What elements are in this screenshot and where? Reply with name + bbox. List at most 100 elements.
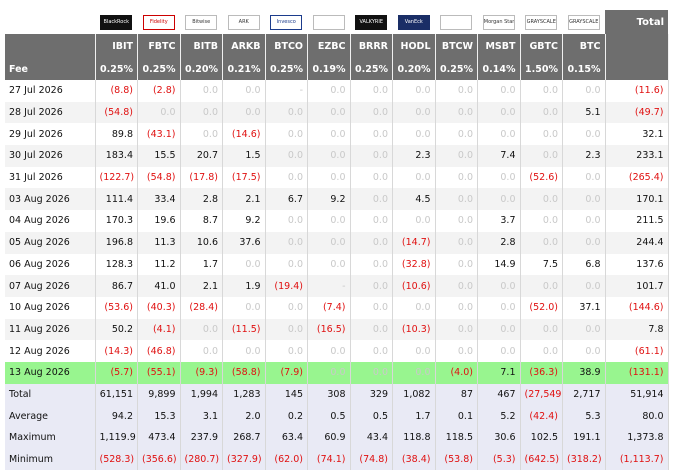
flow-cell: 0.0 bbox=[520, 188, 563, 211]
summary-cell: 118.5 bbox=[435, 427, 478, 449]
ticker-header-fbtc[interactable]: FBTC bbox=[137, 34, 181, 58]
flow-cell: 1.9 bbox=[222, 275, 266, 297]
row-date: 04 Aug 2026 bbox=[5, 210, 96, 232]
issuer-logo: BlackRock bbox=[100, 14, 133, 30]
issuer-logo-cell bbox=[435, 10, 478, 34]
flow-cell: 2.1 bbox=[222, 188, 266, 211]
ticker-header-btc[interactable]: BTC bbox=[562, 34, 606, 58]
flow-cell: 0.0 bbox=[222, 253, 266, 276]
flow-cell: (40.3) bbox=[137, 296, 181, 319]
flow-cell: 0.0 bbox=[435, 340, 478, 362]
flow-cell: 0.0 bbox=[180, 123, 223, 146]
summary-cell: (53.8) bbox=[435, 448, 478, 470]
summary-cell: 473.4 bbox=[137, 427, 181, 449]
flow-cell: 6.8 bbox=[562, 253, 606, 276]
row-total: (49.7) bbox=[605, 101, 669, 124]
table-row: 06 Aug 2026 128.3 11.2 1.7 0.0 0.0 0.0 0.0 (32.8… bbox=[5, 253, 669, 276]
flow-cell: 0.0 bbox=[477, 80, 521, 102]
flow-cell: 0.0 bbox=[562, 188, 606, 211]
issuer-logo-cell: Bitwise bbox=[180, 10, 223, 34]
ticker-header-hodl[interactable]: HODL bbox=[392, 34, 436, 58]
summary-cell: 1,283 bbox=[222, 383, 266, 406]
summary-cell: (27,549) bbox=[520, 383, 563, 406]
summary-label: Average bbox=[5, 405, 96, 427]
issuer-logo: GRAYSCALE bbox=[525, 14, 558, 30]
flow-cell: 0.0 bbox=[350, 188, 393, 211]
ticker-header-ibit[interactable]: IBIT bbox=[95, 34, 138, 58]
total-column-header: Total bbox=[605, 10, 668, 34]
issuer-logo bbox=[312, 14, 345, 30]
flow-cell: (36.3) bbox=[520, 361, 563, 384]
ticker-header-gbtc[interactable]: GBTC bbox=[520, 34, 563, 58]
summary-total: (1,113.7) bbox=[605, 448, 669, 470]
flow-cell: 0.0 bbox=[307, 80, 351, 102]
flow-cell: 0.0 bbox=[222, 340, 266, 362]
flow-cell: (8.8) bbox=[95, 80, 138, 102]
flow-cell: 0.0 bbox=[392, 340, 436, 362]
flow-cell: 170.3 bbox=[95, 210, 138, 232]
flow-cell: 0.0 bbox=[562, 166, 606, 189]
row-date: 03 Aug 2026 bbox=[5, 188, 96, 211]
flow-cell: (4.0) bbox=[435, 361, 478, 384]
ticker-header-btco[interactable]: BTCO bbox=[265, 34, 308, 58]
corner-cell bbox=[5, 34, 96, 58]
flow-cell: 0.0 bbox=[520, 210, 563, 232]
summary-cell: 0.5 bbox=[307, 405, 351, 427]
issuer-logo-cell: Morgan Stanley bbox=[477, 10, 520, 34]
summary-row: Maximum 1,119.9 473.4 237.9 268.7 63.4 60.9 43.… bbox=[5, 427, 669, 449]
flow-cell: (14.3) bbox=[95, 340, 138, 362]
summary-cell: 2,717 bbox=[562, 383, 606, 406]
flow-cell: 0.0 bbox=[180, 340, 223, 362]
flow-cell: 0.0 bbox=[350, 166, 393, 189]
flow-cell: 0.0 bbox=[222, 101, 266, 124]
issuer-logo-cell: Invesco bbox=[265, 10, 308, 34]
ticker-header-arkb[interactable]: ARKB bbox=[222, 34, 266, 58]
fee-value: 0.20% bbox=[392, 58, 436, 80]
flow-cell: (4.1) bbox=[137, 318, 181, 341]
table-row: 04 Aug 2026 170.3 19.6 8.7 9.2 0.0 0.0 0.0 0.0 0.… bbox=[5, 210, 669, 232]
issuer-logo bbox=[440, 14, 473, 30]
table-row: 30 Jul 2026 183.4 15.5 20.7 1.5 0.0 0.0 0.0 2.3 0… bbox=[5, 145, 669, 167]
flow-cell: 0.0 bbox=[265, 166, 308, 189]
summary-cell: 237.9 bbox=[180, 427, 223, 449]
flow-cell: (5.7) bbox=[95, 361, 138, 384]
ticker-header-brrr[interactable]: BRRR bbox=[350, 34, 393, 58]
flow-cell: 86.7 bbox=[95, 275, 138, 297]
flow-cell: 0.0 bbox=[137, 101, 181, 124]
issuer-logo-cell: GRAYSCALE bbox=[562, 10, 605, 34]
flow-cell: 0.0 bbox=[392, 101, 436, 124]
flow-cell: 0.0 bbox=[435, 318, 478, 341]
flow-cell: 0.0 bbox=[477, 275, 521, 297]
summary-cell: 3.1 bbox=[180, 405, 223, 427]
ticker-header-btcw[interactable]: BTCW bbox=[435, 34, 478, 58]
row-total: (265.4) bbox=[605, 166, 669, 189]
ticker-header-msbt[interactable]: MSBT bbox=[477, 34, 521, 58]
fee-value: 0.20% bbox=[180, 58, 223, 80]
table-row: 12 Aug 2026 (14.3) (46.8) 0.0 0.0 0.0 0.0 0.0 0.… bbox=[5, 340, 669, 362]
row-date: 06 Aug 2026 bbox=[5, 253, 96, 276]
summary-cell: 0.1 bbox=[435, 405, 478, 427]
issuer-logo: ARK bbox=[227, 14, 260, 30]
table-row: 11 Aug 2026 50.2 (4.1) 0.0 (11.5) 0.0 (16.5) 0.… bbox=[5, 318, 669, 341]
summary-cell: 1,994 bbox=[180, 383, 223, 406]
issuer-logo: Fidelity bbox=[142, 14, 175, 30]
flow-cell: 0.0 bbox=[562, 210, 606, 232]
row-total: (131.1) bbox=[605, 361, 669, 384]
flow-cell: 0.0 bbox=[350, 253, 393, 276]
flow-cell: 2.1 bbox=[180, 275, 223, 297]
summary-cell: 191.1 bbox=[562, 427, 606, 449]
flow-cell: 9.2 bbox=[307, 188, 351, 211]
issuer-logo: Bitwise bbox=[185, 14, 218, 30]
flow-cell: (58.8) bbox=[222, 361, 266, 384]
table-row: 28 Jul 2026 (54.8) 0.0 0.0 0.0 0.0 0.0 0.0 0.0 0.… bbox=[5, 101, 669, 124]
row-total: 101.7 bbox=[605, 275, 669, 297]
flow-cell: (55.1) bbox=[137, 361, 181, 384]
summary-cell: 268.7 bbox=[222, 427, 266, 449]
summary-cell: 5.3 bbox=[562, 405, 606, 427]
ticker-header-bitb[interactable]: BITB bbox=[180, 34, 223, 58]
row-date: 27 Jul 2026 bbox=[5, 80, 96, 102]
summary-cell: (74.1) bbox=[307, 448, 351, 470]
ticker-header-ezbc[interactable]: EZBC bbox=[307, 34, 351, 58]
row-date: 12 Aug 2026 bbox=[5, 340, 96, 362]
flow-cell: (17.8) bbox=[180, 166, 223, 189]
